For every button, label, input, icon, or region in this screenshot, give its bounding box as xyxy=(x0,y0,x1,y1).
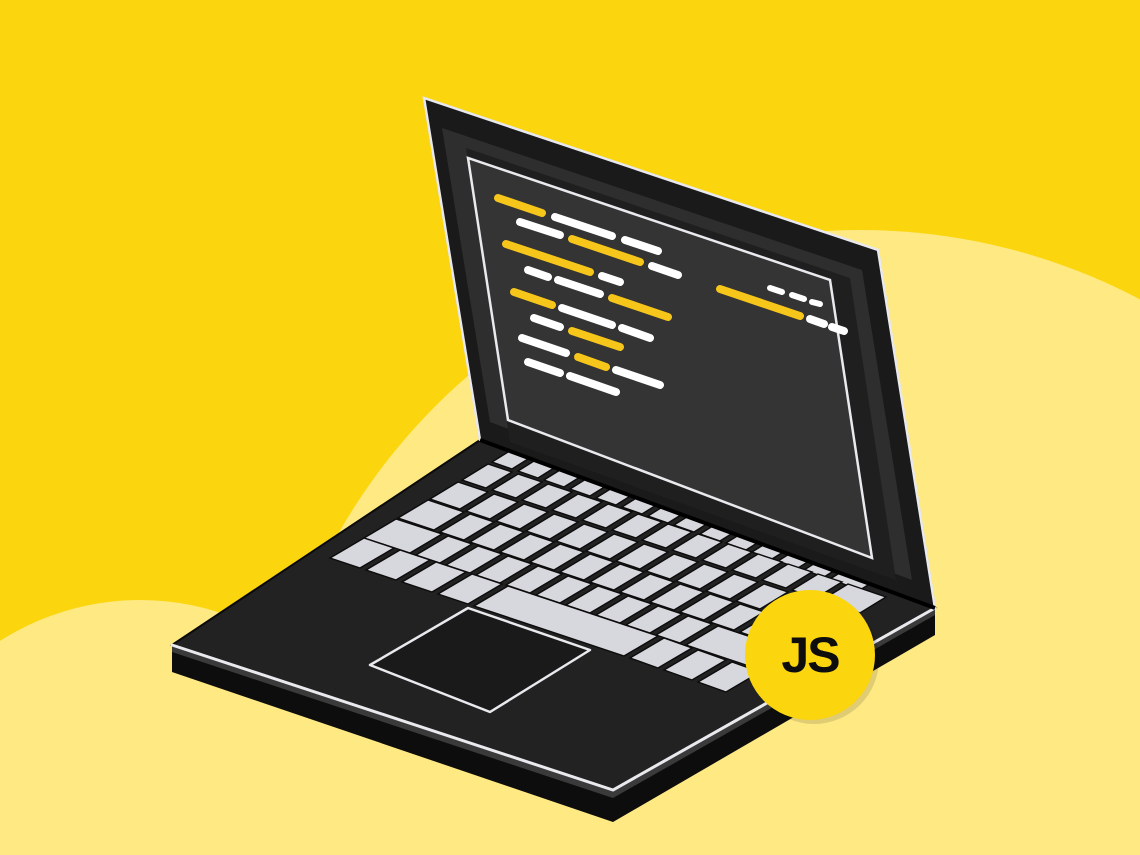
illustration-stage: JS xyxy=(0,0,1140,855)
laptop-illustration xyxy=(0,0,1140,855)
js-badge-label: JS xyxy=(781,626,838,684)
js-badge: JS xyxy=(745,590,875,720)
